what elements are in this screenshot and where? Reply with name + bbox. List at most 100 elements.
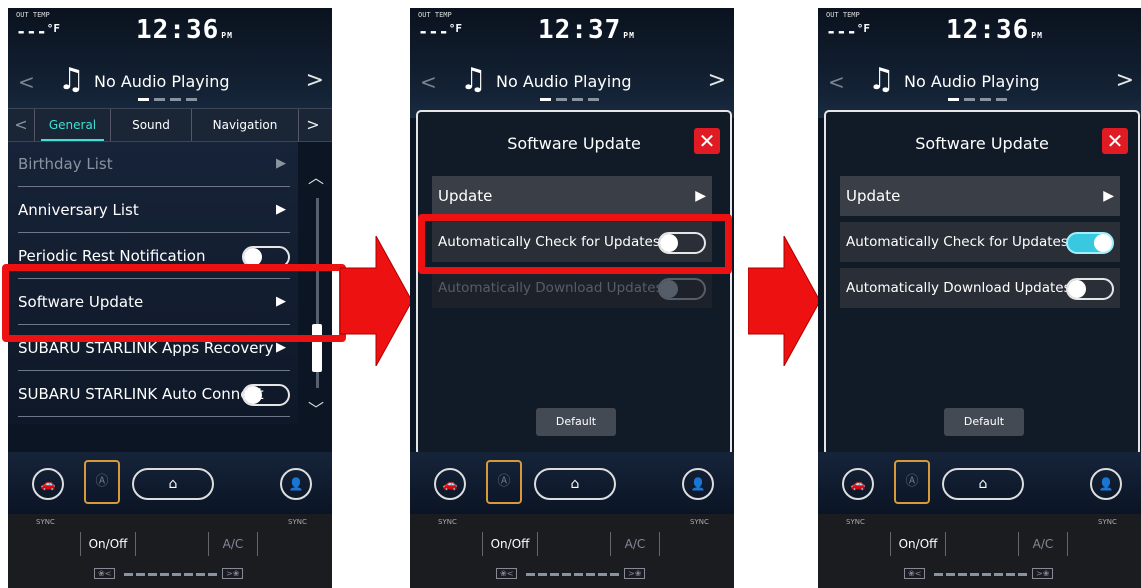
audio-prev-button[interactable]: < [420, 70, 437, 94]
page-dots [138, 98, 200, 101]
audio-title: No Audio Playing [496, 72, 632, 91]
car-icon[interactable]: 🚗 [32, 468, 64, 500]
home-button[interactable]: ⌂ [534, 468, 616, 500]
tab-sound[interactable]: Sound [111, 109, 192, 141]
tab-navigation[interactable]: Navigation [192, 109, 299, 141]
out-temp-label: OUT TEMP [16, 11, 50, 19]
fan-down-button[interactable]: ❀< [94, 568, 116, 579]
auto-download-label: Automatically Download Updates [846, 280, 1071, 296]
ac-button[interactable]: A/C [1018, 532, 1068, 556]
sync-label-right: SYNC [690, 518, 709, 526]
audio-title: No Audio Playing [94, 72, 230, 91]
audio-bar[interactable]: < ♫ No Audio Playing > [818, 56, 1141, 108]
audio-title: No Audio Playing [904, 72, 1040, 91]
auto-download-toggle[interactable] [1066, 278, 1114, 300]
ac-button[interactable]: A/C [610, 532, 660, 556]
auto-download-label: Automatically Download Updates [438, 280, 663, 296]
fan-speed-bar[interactable]: ❀< >❀ [94, 568, 254, 582]
close-button[interactable]: ✕ [694, 128, 720, 154]
highlight-software-update [2, 264, 346, 342]
chevron-right-icon: ▶ [1103, 188, 1114, 204]
fan-up-button[interactable]: >❀ [624, 568, 646, 579]
climate-bar: SYNC On/Off A/C SYNC ❀< >❀ [8, 514, 332, 588]
list-item-label: SUBARU STARLINK Auto Connect [18, 385, 264, 403]
audio-prev-button[interactable]: < [18, 70, 35, 94]
out-temp-value: ---°F [16, 22, 60, 42]
profile-icon[interactable]: 👤 [682, 468, 714, 500]
music-note-icon: ♫ [460, 62, 487, 97]
toggle-knob [1068, 280, 1086, 298]
software-update-dialog: Software Update ✕ Update ▶ Automatically… [416, 110, 732, 456]
screen-software-update-on: OUT TEMP ---°F 12:36 PM < ♫ No Audio Play… [818, 8, 1141, 588]
fan-up-button[interactable]: >❀ [222, 568, 244, 579]
audio-bar[interactable]: < ♫ No Audio Playing > [8, 56, 332, 108]
settings-tabs: < General Sound Navigation > [8, 108, 332, 142]
auto-check-label: Automatically Check for Updates [846, 234, 1068, 250]
auto-download-row: Automatically Download Updates [432, 268, 712, 308]
climate-bar: SYNC On/Off A/C SYNC ❀< >❀ [410, 514, 734, 588]
close-button[interactable]: ✕ [1102, 128, 1128, 154]
out-temp-label: OUT TEMP [418, 11, 452, 19]
list-item-label: Anniversary List [18, 201, 139, 219]
home-button[interactable]: ⌂ [942, 468, 1024, 500]
fan-level [526, 573, 620, 576]
climate-onoff-button[interactable]: On/Off [890, 532, 946, 556]
software-update-dialog: Software Update ✕ Update ▶ Automatically… [824, 110, 1140, 456]
tab-general[interactable]: General [35, 109, 111, 141]
audio-next-button[interactable]: > [708, 68, 726, 93]
fan-level [124, 573, 218, 576]
fan-down-button[interactable]: ❀< [904, 568, 926, 579]
home-button[interactable]: ⌂ [132, 468, 214, 500]
starlink-auto-connect-toggle[interactable] [242, 384, 290, 406]
update-label: Update [846, 187, 901, 205]
auto-stop-icon[interactable]: Ⓐ [84, 460, 120, 504]
dialog-title: Software Update [915, 134, 1049, 153]
fan-level [934, 573, 1028, 576]
fan-down-button[interactable]: ❀< [496, 568, 518, 579]
list-item-birthday-list[interactable]: Birthday List ▶ [18, 142, 290, 187]
scroll-up-icon[interactable]: ︿ [308, 164, 324, 188]
dock-bar: 🚗 Ⓐ ⌂ 👤 [410, 452, 734, 514]
car-icon[interactable]: 🚗 [434, 468, 466, 500]
audio-bar[interactable]: < ♫ No Audio Playing > [410, 56, 734, 108]
scroll-down-icon[interactable]: ﹀ [308, 396, 324, 420]
audio-prev-button[interactable]: < [828, 70, 845, 94]
highlight-auto-check [418, 214, 732, 274]
update-button[interactable]: Update ▶ [432, 176, 712, 216]
dialog-title: Software Update [507, 134, 641, 153]
profile-icon[interactable]: 👤 [1090, 468, 1122, 500]
auto-check-toggle[interactable] [1066, 232, 1114, 254]
climate-onoff-button[interactable]: On/Off [80, 532, 136, 556]
tab-prev-button[interactable]: < [8, 109, 35, 141]
auto-stop-icon[interactable]: Ⓐ [894, 460, 930, 504]
list-item-starlink-auto-connect[interactable]: SUBARU STARLINK Auto Connect [18, 372, 290, 417]
page-dots [540, 98, 602, 101]
chevron-right-icon: ▶ [276, 156, 286, 171]
status-bar: OUT TEMP ---°F 12:36 PM [8, 8, 332, 56]
profile-icon[interactable]: 👤 [280, 468, 312, 500]
update-label: Update [438, 187, 493, 205]
fan-up-button[interactable]: >❀ [1032, 568, 1054, 579]
car-icon[interactable]: 🚗 [842, 468, 874, 500]
arrow-right-icon [340, 236, 412, 366]
out-temp-value: ---°F [418, 22, 462, 42]
audio-next-button[interactable]: > [1116, 68, 1134, 93]
auto-stop-icon[interactable]: Ⓐ [486, 460, 522, 504]
climate-onoff-button[interactable]: On/Off [482, 532, 538, 556]
tab-next-button[interactable]: > [300, 109, 326, 141]
auto-download-row[interactable]: Automatically Download Updates [840, 268, 1120, 308]
list-item-label: Birthday List [18, 155, 113, 173]
update-button[interactable]: Update ▶ [840, 176, 1120, 216]
out-temp-value: ---°F [826, 22, 870, 42]
audio-next-button[interactable]: > [306, 68, 324, 93]
list-item-anniversary-list[interactable]: Anniversary List ▶ [18, 188, 290, 233]
auto-check-row[interactable]: Automatically Check for Updates [840, 222, 1120, 262]
default-button[interactable]: Default [536, 408, 616, 436]
screen-software-update-off: OUT TEMP ---°F 12:37 PM < ♫ No Audio Play… [410, 8, 734, 588]
toggle-knob [660, 280, 678, 298]
fan-speed-bar[interactable]: ❀< >❀ [904, 568, 1064, 582]
default-button[interactable]: Default [944, 408, 1024, 436]
fan-speed-bar[interactable]: ❀< >❀ [496, 568, 656, 582]
music-note-icon: ♫ [868, 62, 895, 97]
ac-button[interactable]: A/C [208, 532, 258, 556]
